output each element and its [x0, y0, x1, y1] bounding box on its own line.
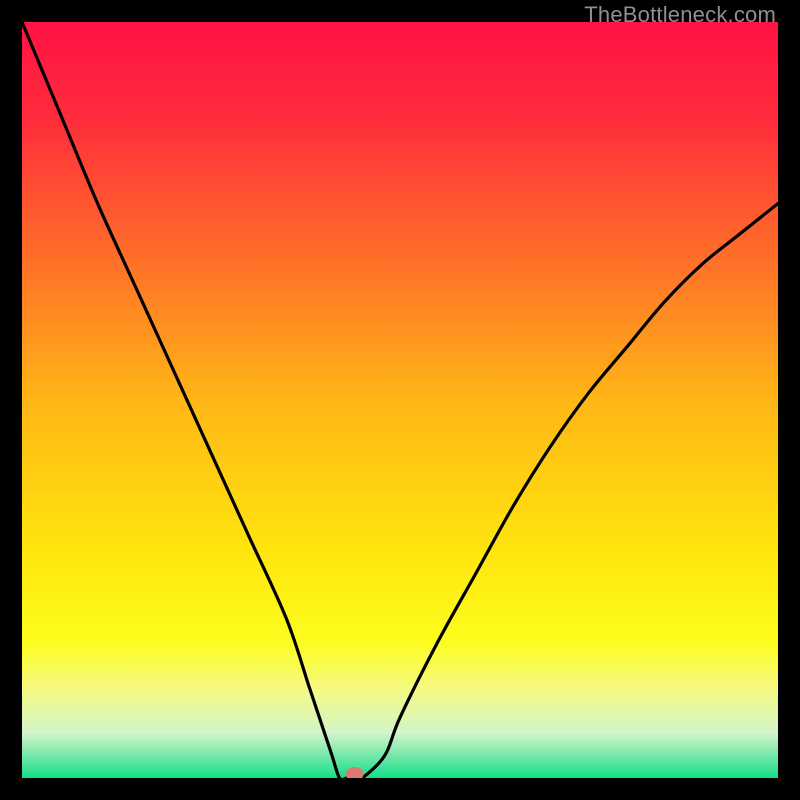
bottleneck-chart-svg: [22, 22, 778, 778]
gradient-background: [22, 22, 778, 778]
chart-frame: TheBottleneck.com: [0, 0, 800, 800]
plot-area: [22, 22, 778, 778]
